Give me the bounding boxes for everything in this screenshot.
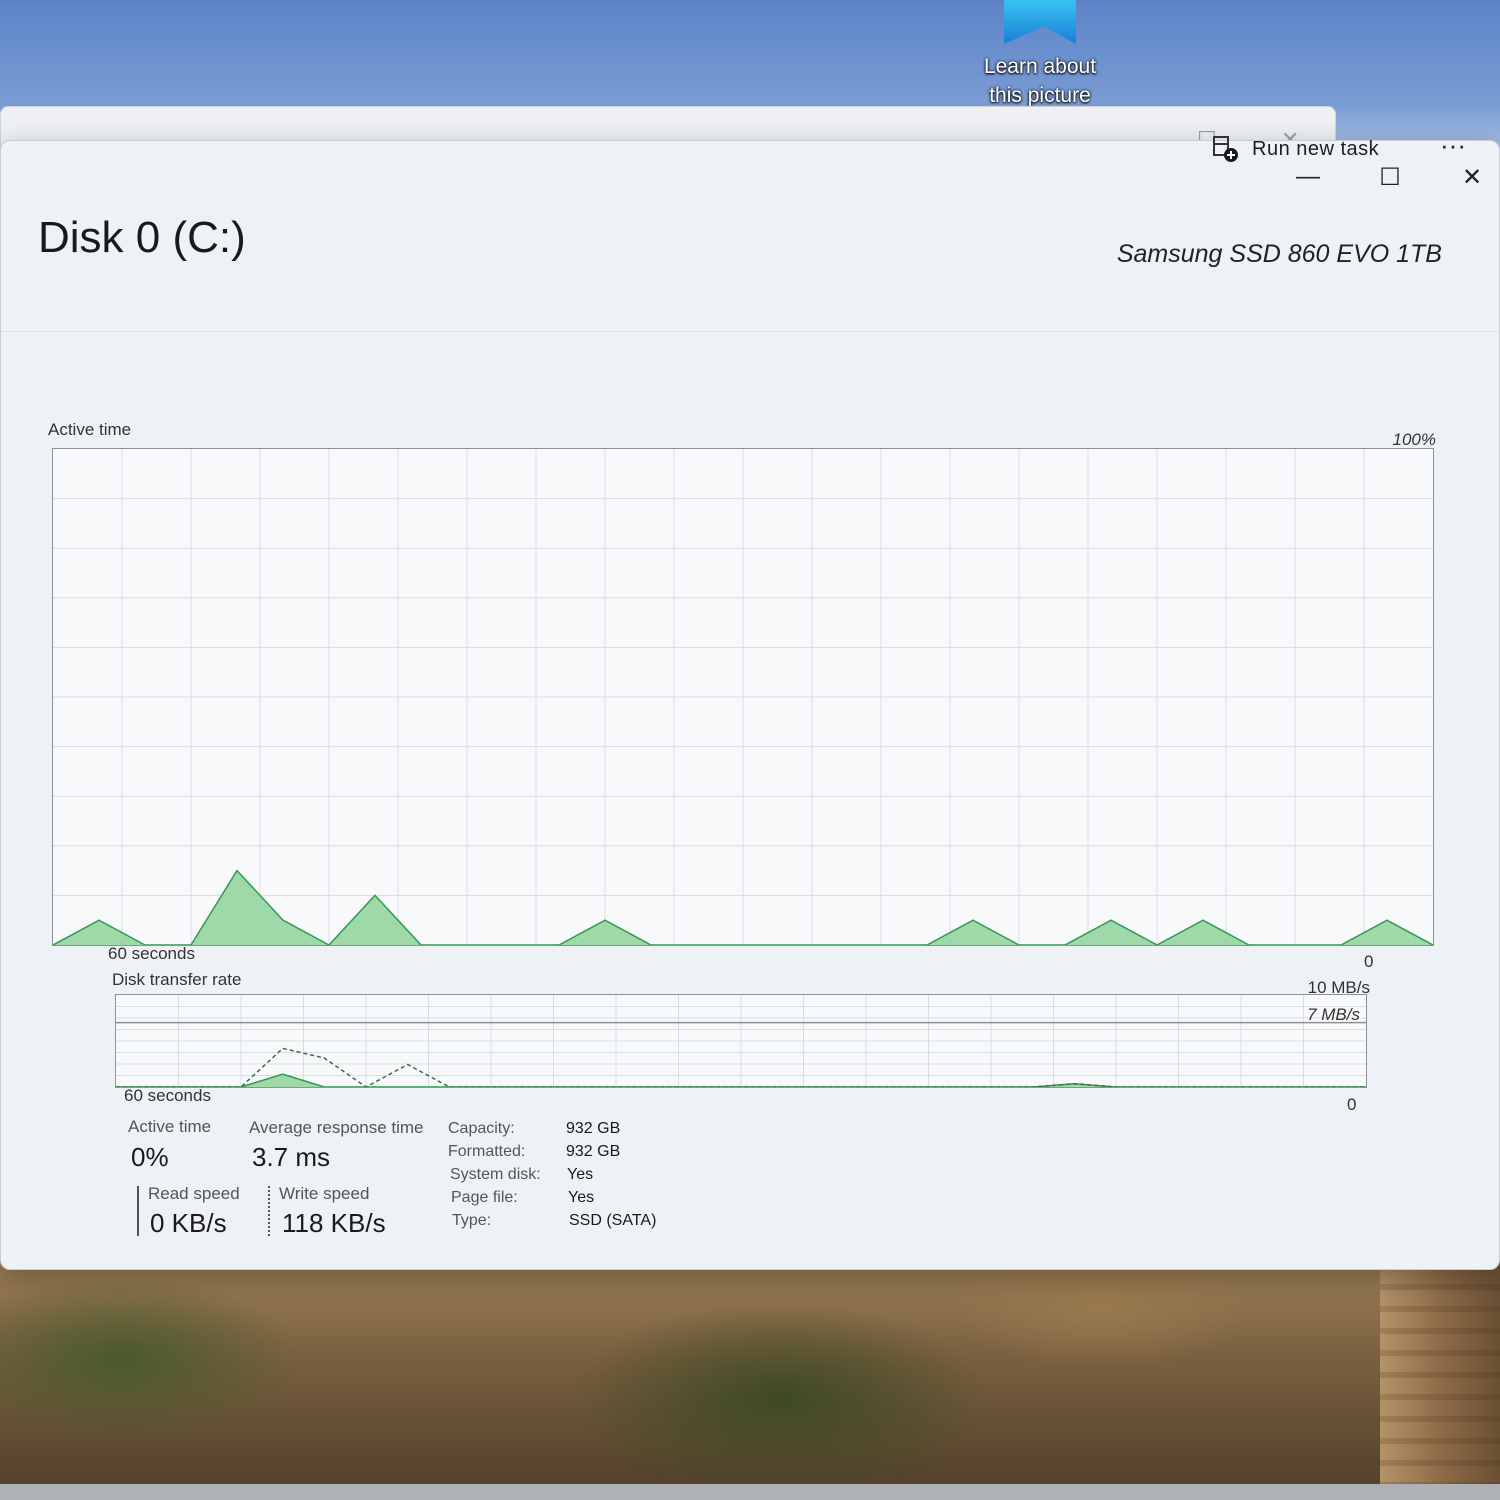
type-label: Type: xyxy=(452,1212,492,1229)
type-value: SSD (SATA) xyxy=(569,1212,657,1229)
taskbar-edge xyxy=(0,1484,1500,1500)
transfer-duration-label: 60 seconds xyxy=(124,1086,211,1105)
active-time-chart xyxy=(53,449,1433,945)
spotlight-icon xyxy=(1004,0,1076,44)
transfer-rate-chart xyxy=(116,995,1366,1087)
desktop-wallpaper xyxy=(0,1240,1500,1500)
page-title: Disk 0 (C:) xyxy=(38,213,246,262)
capacity-value: 932 GB xyxy=(566,1120,621,1137)
transfer-rate-graph xyxy=(115,994,1367,1088)
transfer-min-label: 0 xyxy=(1347,1095,1357,1114)
system-disk-value: Yes xyxy=(567,1166,594,1183)
page-file-label: Page file: xyxy=(451,1189,518,1206)
run-new-task-label: Run new task xyxy=(1252,137,1380,160)
avg-response-value: 3.7 ms xyxy=(252,1142,331,1172)
run-task-icon xyxy=(1213,136,1238,162)
desktop-icon-label: Learn about this picture xyxy=(983,55,1097,107)
write-speed-value: 118 KB/s xyxy=(282,1208,386,1238)
read-speed-value: 0 KB/s xyxy=(150,1208,227,1238)
active-time-max-label: 100% xyxy=(1392,430,1436,449)
active-time-stat-label: Active time xyxy=(128,1117,212,1136)
active-time-graph-label: Active time xyxy=(48,420,132,439)
formatted-value: 932 GB xyxy=(566,1143,621,1160)
write-speed-legend-line xyxy=(268,1186,270,1236)
active-time-duration-label: 60 seconds xyxy=(108,944,195,963)
active-time-min-label: 0 xyxy=(1364,952,1374,971)
transfer-graph-label: Disk transfer rate xyxy=(112,970,242,989)
learn-about-picture-shortcut[interactable]: Learn about this picture xyxy=(970,0,1110,108)
avg-response-label: Average response time xyxy=(249,1118,424,1137)
read-speed-legend-line xyxy=(137,1186,139,1236)
capacity-label: Capacity: xyxy=(448,1120,515,1137)
more-options-button[interactable]: ··· xyxy=(1430,130,1476,168)
run-new-task-button[interactable]: Run new task xyxy=(1212,130,1379,168)
formatted-label: Formatted: xyxy=(448,1143,526,1160)
transfer-secondary-label: 7 MB/s xyxy=(1307,1005,1360,1024)
write-speed-label: Write speed xyxy=(279,1184,370,1203)
read-speed-label: Read speed xyxy=(148,1184,240,1203)
disk-model: Samsung SSD 860 EVO 1TB xyxy=(1116,240,1442,268)
page-file-value: Yes xyxy=(568,1189,595,1206)
system-disk-label: System disk: xyxy=(450,1166,541,1183)
active-time-stat-value: 0% xyxy=(131,1142,169,1172)
active-time-graph xyxy=(52,448,1434,946)
